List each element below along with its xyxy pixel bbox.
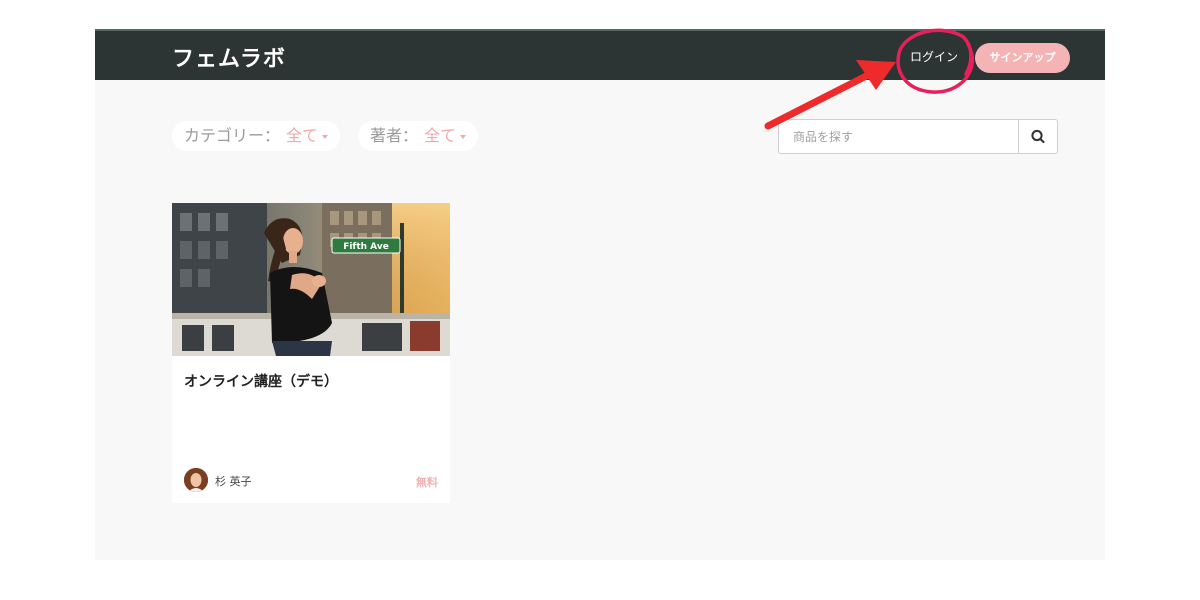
search-button[interactable]: [1018, 120, 1057, 153]
search-input[interactable]: [779, 120, 1019, 153]
category-filter-label: カテゴリー：: [184, 126, 281, 145]
app-frame: フェムラボ ログイン サインアップ カテゴリー： 全て 著者： 全て 商品を探す…: [95, 29, 1105, 560]
product-search: [778, 119, 1058, 154]
product-card[interactable]: Fifth Ave オンライン講座（デモ） 杉 英子 無料: [172, 203, 450, 503]
signup-button[interactable]: サインアップ: [975, 43, 1070, 73]
author-avatar: [184, 468, 208, 492]
product-image[interactable]: Fifth Ave: [172, 203, 450, 356]
top-navbar: フェムラボ ログイン サインアップ: [95, 29, 1105, 80]
author-filter[interactable]: 著者： 全て: [358, 121, 479, 151]
caret-down-icon: [322, 134, 329, 139]
price-badge: 無料: [416, 476, 438, 489]
brand-logo[interactable]: フェムラボ: [172, 41, 286, 73]
author-name: 杉 英子: [215, 475, 252, 488]
author-filter-value: 全て: [424, 126, 457, 145]
author-filter-label: 著者：: [370, 126, 419, 145]
category-filter[interactable]: カテゴリー： 全て: [172, 121, 341, 151]
search-icon: [1031, 129, 1045, 144]
caret-down-icon: [460, 134, 467, 139]
login-link[interactable]: ログイン: [910, 48, 958, 65]
product-title[interactable]: オンライン講座（デモ）: [184, 371, 338, 391]
street-sign-text: Fifth Ave: [343, 242, 389, 252]
category-filter-value: 全て: [286, 126, 319, 145]
